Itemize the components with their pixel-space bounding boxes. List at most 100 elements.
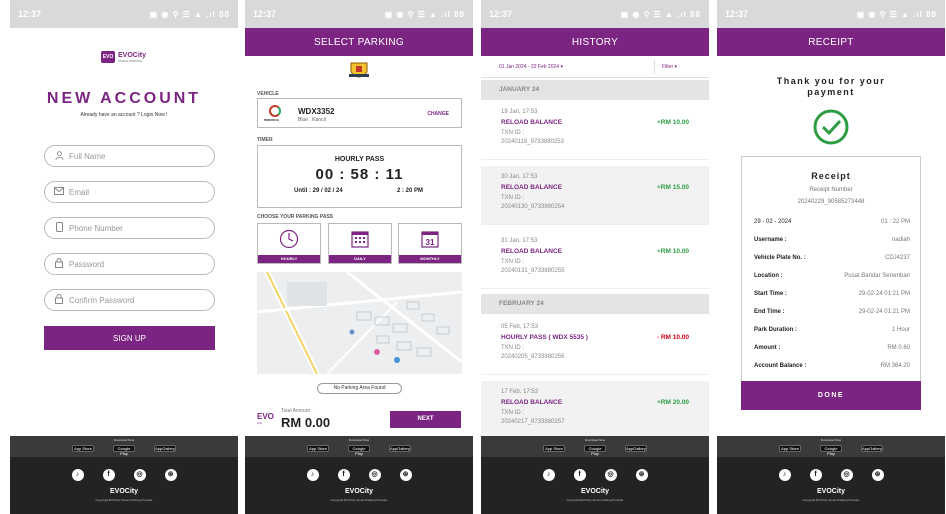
footer: Download Now App Store Google Play AppGa… — [10, 436, 238, 514]
app-store-badge[interactable]: App Store — [72, 445, 94, 452]
hourly-label: HOURLY — [258, 255, 320, 263]
done-button[interactable]: DONE — [741, 381, 921, 410]
brand-badge: EVO — [101, 51, 115, 63]
calendar-31-icon: 31 — [420, 229, 440, 249]
chevron-down-icon: ▾ — [560, 64, 563, 70]
clock-icon — [279, 229, 299, 249]
download-bar: Download Now App Store Google Play AppGa… — [245, 436, 473, 457]
email-field[interactable]: Email — [44, 181, 215, 203]
thank-you-message: Thank you for your payment — [776, 76, 886, 97]
monthly-label: MONTHLY — [399, 255, 461, 263]
tiktok-icon[interactable]: ♪ — [542, 469, 555, 481]
transaction-row[interactable]: 30 Jan, 17:53 RELOAD BALANCE TXN ID :202… — [481, 166, 709, 225]
timer-label: TIMER — [257, 137, 273, 143]
dribbble-icon[interactable]: ⊛ — [871, 469, 884, 481]
tiktok-icon[interactable]: ♪ — [306, 469, 319, 481]
sign-up-button[interactable]: SIGN UP — [44, 326, 215, 350]
confirm-password-placeholder: Confirm Password — [69, 295, 135, 305]
tiktok-icon[interactable]: ♪ — [778, 469, 791, 481]
date-range-dropdown[interactable]: 01 Jan 2024 - 22 Feb 2024 ▾ — [499, 64, 563, 70]
transaction-row[interactable]: 19 Jan, 17:53 RELOAD BALANCE TXN ID :202… — [481, 101, 709, 160]
countdown: 00 : 58 : 11 — [315, 166, 404, 183]
app-gallery-badge[interactable]: AppGallery — [154, 445, 176, 452]
brand-tag: SMART PARKING — [118, 58, 143, 63]
success-check-icon — [813, 109, 849, 145]
footer: Download Now App Store Google Play AppGa… — [245, 436, 473, 514]
facebook-icon[interactable]: f — [337, 469, 350, 481]
until-time: 2 : 20 PM — [396, 188, 423, 194]
vehicle-plate: WDX3352 — [298, 107, 335, 116]
receipt-number-value: 20240229_90585273448 — [797, 199, 865, 205]
status-bar: 12:37 ▣ ◉ ⚲ ☰ ▲ .ıl 88 — [10, 0, 238, 28]
tiktok-icon[interactable]: ♪ — [71, 469, 84, 481]
download-text: Download Now — [348, 438, 370, 442]
app-gallery-badge[interactable]: AppGallery — [389, 445, 411, 452]
footer-copyright: Copyright EVOCity Smart Parking Provider — [566, 498, 624, 502]
app-bar-title: HISTORY — [481, 28, 709, 56]
google-play-badge[interactable]: Google Play — [348, 445, 370, 456]
transaction-row[interactable]: 05 Feb, 17:53 HOURLY PASS ( WDX 5535 ) T… — [481, 316, 709, 375]
facebook-icon[interactable]: f — [809, 469, 822, 481]
dribbble-icon[interactable]: ⊛ — [164, 469, 177, 481]
next-button[interactable]: NEXT — [390, 411, 461, 428]
signup-screen: 12:37 ▣ ◉ ⚲ ☰ ▲ .ıl 88 EVO EVOCity SMART… — [10, 0, 238, 514]
vehicle-card[interactable]: PERODUA WDX3352 Blue . Kancil CHANGE — [257, 98, 462, 128]
filter-dropdown[interactable]: Filter ▾ — [662, 64, 677, 70]
google-play-badge[interactable]: Google Play — [820, 445, 842, 456]
status-icons: ▣ ◉ ⚲ ☰ ▲ .ıl 88 — [620, 9, 701, 19]
parking-map[interactable] — [257, 272, 462, 374]
status-icons: ▣ ◉ ⚲ ☰ ▲ .ıl 88 — [856, 9, 937, 19]
receipt-number-label: Receipt Number — [809, 187, 853, 193]
pass-type: HOURLY PASS — [334, 156, 385, 163]
daily-pass-option[interactable]: DAILY — [328, 223, 392, 264]
dribbble-icon[interactable]: ⊛ — [399, 469, 412, 481]
status-bar: 12:37 ▣ ◉ ⚲ ☰ ▲ .ıl 88 — [481, 0, 709, 28]
history-screen: 12:37 ▣ ◉ ⚲ ☰ ▲ .ıl 88 HISTORY 01 Jan 20… — [481, 0, 709, 514]
facebook-icon[interactable]: f — [102, 469, 115, 481]
monthly-pass-option[interactable]: 31 MONTHLY — [398, 223, 462, 264]
password-field[interactable]: Password — [44, 253, 215, 275]
instagram-icon[interactable]: ◎ — [840, 469, 853, 481]
timer-card: HOURLY PASS 00 : 58 : 11 Until : 29 / 02… — [257, 145, 462, 208]
full-name-field[interactable]: Full Name — [44, 145, 215, 167]
login-link[interactable]: Already have an account ? Login Now ! — [10, 112, 238, 118]
app-store-badge[interactable]: App Store — [779, 445, 801, 452]
vehicle-model: Blue . Kancil — [298, 117, 326, 123]
app-store-badge[interactable]: App Store — [307, 445, 329, 452]
instagram-icon[interactable]: ◎ — [133, 469, 146, 481]
download-text: Download Now — [820, 438, 842, 442]
total-amount-value: RM 0.00 — [281, 415, 331, 430]
facebook-icon[interactable]: f — [573, 469, 586, 481]
choose-pass-label: CHOOSE YOUR PARKING PASS — [257, 214, 334, 220]
lock-icon — [54, 294, 64, 306]
phone-placeholder: Phone Number — [69, 223, 123, 233]
transaction-row[interactable]: 31 Jan, 17:53 RELOAD BALANCE TXN ID :202… — [481, 230, 709, 289]
change-vehicle-button[interactable]: CHANGE — [427, 111, 449, 117]
user-icon — [54, 150, 64, 162]
footer-copyright: Copyright EVOCity Smart Parking Provider — [95, 498, 153, 502]
status-icons: ▣ ◉ ⚲ ☰ ▲ .ıl 88 — [384, 9, 465, 19]
month-header: FEBRUARY 24 — [481, 294, 709, 314]
instagram-icon[interactable]: ◎ — [604, 469, 617, 481]
hourly-pass-option[interactable]: HOURLY — [257, 223, 321, 264]
password-placeholder: Password — [69, 259, 105, 269]
status-icons: ▣ ◉ ⚲ ☰ ▲ .ıl 88 — [149, 9, 230, 19]
brand-logo: EVO EVOCity SMART PARKING — [101, 51, 146, 63]
google-play-badge[interactable]: Google Play — [113, 445, 135, 456]
phone-icon — [54, 222, 64, 234]
transaction-row[interactable]: 17 Feb, 17:53 RELOAD BALANCE TXN ID :202… — [481, 381, 709, 440]
app-bar-title: SELECT PARKING — [245, 28, 473, 56]
footer: Download Now App Store Google Play AppGa… — [717, 436, 945, 514]
app-store-badge[interactable]: App Store — [543, 445, 565, 452]
phone-field[interactable]: Phone Number — [44, 217, 215, 239]
page-title: NEW ACCOUNT — [46, 90, 202, 107]
dribbble-icon[interactable]: ⊛ — [635, 469, 648, 481]
google-play-badge[interactable]: Google Play — [584, 445, 606, 456]
brand-name: EVOCity — [118, 51, 147, 59]
vehicle-label: VEHICLE — [257, 91, 279, 97]
confirm-password-field[interactable]: Confirm Password — [44, 289, 215, 311]
app-gallery-badge[interactable]: AppGallery — [625, 445, 647, 452]
download-text: Download Now — [113, 438, 135, 442]
app-gallery-badge[interactable]: AppGallery — [861, 445, 883, 452]
instagram-icon[interactable]: ◎ — [368, 469, 381, 481]
